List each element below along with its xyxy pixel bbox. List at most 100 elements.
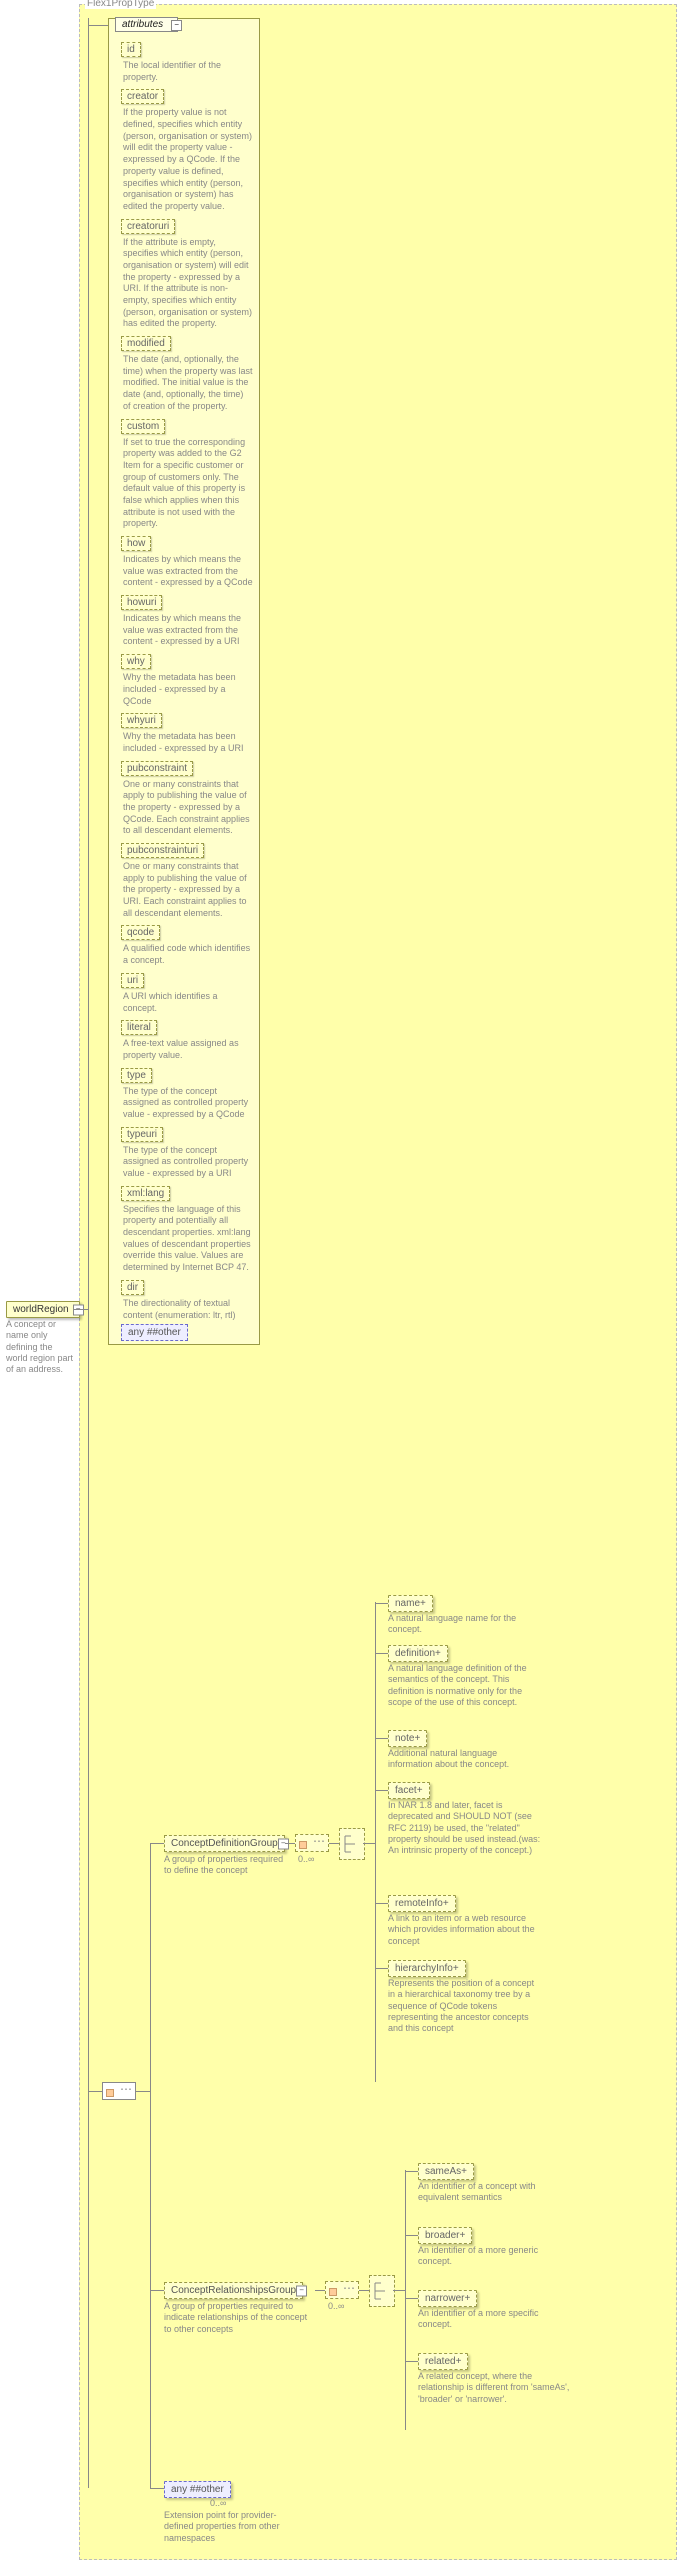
- element-definition: definition+: [388, 1645, 448, 1662]
- connector: [359, 2290, 369, 2291]
- group-label: ConceptRelationshipsGroup: [171, 2285, 296, 2296]
- attribute-id: id The local identifier of the property.: [121, 42, 253, 83]
- connector: [405, 2170, 406, 2430]
- attribute-desc: The type of the concept assigned as cont…: [123, 1086, 253, 1121]
- occurrence: 0..∞: [328, 2301, 344, 2311]
- attribute-pubconstraint: pubconstraint One or many constraints tha…: [121, 761, 253, 837]
- connector: [375, 1738, 388, 1739]
- connector: [405, 2235, 418, 2236]
- connector: [405, 2298, 418, 2299]
- sequence-compositor: [295, 1834, 329, 1852]
- element-label: hierarchyInfo: [395, 1963, 453, 1974]
- any-desc: Extension point for provider-defined pro…: [164, 2510, 304, 2544]
- connector: [74, 1309, 88, 1310]
- sequence-compositor: [325, 2281, 359, 2299]
- attribute-name: type: [121, 1068, 152, 1083]
- attribute-desc: One or many constraints that apply to pu…: [123, 779, 253, 837]
- attribute-desc: A qualified code which identifies a conc…: [123, 943, 253, 966]
- attribute-desc: A free-text value assigned as property v…: [123, 1038, 253, 1061]
- element-desc: A link to an item or a web resource whic…: [388, 1913, 543, 1947]
- attribute-whyuri: whyuri Why the metadata has been included…: [121, 713, 253, 754]
- any-label: any ##other: [171, 2484, 224, 2495]
- group-desc: A group of properties required to define…: [164, 1854, 284, 1877]
- attribute-name: whyuri: [121, 713, 162, 728]
- attribute-howuri: howuriIndicates by which means the value…: [121, 595, 253, 648]
- attribute-name: uri: [121, 973, 144, 988]
- element-desc: Represents the position of a concept in …: [388, 1978, 543, 2034]
- choice-compositor: [339, 1828, 365, 1860]
- attribute-creator: creatorIf the property value is not defi…: [121, 89, 253, 212]
- attribute-name: xml:lang: [121, 1186, 170, 1201]
- element-desc: A natural language name for the concept.: [388, 1613, 543, 1636]
- expand-icon[interactable]: +: [453, 1963, 459, 1974]
- attribute-custom: custom If set to true the corresponding p…: [121, 419, 253, 531]
- expand-icon[interactable]: +: [459, 2230, 465, 2241]
- element-worldregion: worldRegion −: [6, 1301, 80, 1318]
- attribute-desc: If set to true the corresponding propert…: [123, 437, 253, 531]
- any-attribute-label: any ##other: [121, 1324, 188, 1341]
- element-label: remoteInfo: [395, 1898, 443, 1909]
- attribute-desc: The directionality of textual content (e…: [123, 1298, 253, 1321]
- attribute-desc: The local identifier of the property.: [123, 60, 253, 83]
- expand-icon[interactable]: +: [417, 1785, 423, 1796]
- attribute-name: typeuri: [121, 1127, 163, 1142]
- attribute-type: type The type of the concept assigned as …: [121, 1068, 253, 1121]
- connector: [315, 2290, 325, 2291]
- attribute-name: dir: [121, 1280, 144, 1295]
- connector: [329, 1843, 339, 1844]
- sequence-compositor: [102, 2082, 136, 2100]
- attribute-desc: If the attribute is empty, specifies whi…: [123, 237, 253, 331]
- element-facet: facet+: [388, 1782, 430, 1799]
- element-desc: An identifier of a more specific concept…: [418, 2308, 573, 2331]
- attributes-header: attributes −: [115, 17, 178, 32]
- element-label: name: [395, 1598, 420, 1609]
- attribute-desc: Specifies the language of this property …: [123, 1204, 253, 1274]
- collapse-icon[interactable]: −: [296, 2285, 307, 2296]
- attribute-xml-lang: xml:lang Specifies the language of this p…: [121, 1186, 253, 1274]
- expand-icon[interactable]: +: [420, 1598, 426, 1609]
- attribute-name: custom: [121, 419, 165, 434]
- element-label: facet: [395, 1785, 417, 1796]
- connector: [375, 1790, 388, 1791]
- attribute-modified: modifiedThe date (and, optionally, the t…: [121, 336, 253, 412]
- element-related: related+: [418, 2353, 468, 2370]
- element-desc: A concept or name only defining the worl…: [6, 1319, 76, 1375]
- expand-icon[interactable]: +: [414, 1733, 420, 1744]
- group-concept-relationships: ConceptRelationshipsGroup −: [164, 2282, 303, 2299]
- expand-icon[interactable]: +: [464, 2293, 470, 2304]
- attribute-dir: dir The directionality of textual content…: [121, 1280, 253, 1321]
- attribute-literal: literalA free-text value assigned as pro…: [121, 1020, 253, 1061]
- attribute-qcode: qcodeA qualified code which identifies a…: [121, 925, 253, 966]
- connector: [363, 1843, 375, 1844]
- attribute-name: id: [121, 42, 141, 57]
- element-narrower: narrower+: [418, 2290, 477, 2307]
- connector: [375, 1968, 388, 1969]
- element-note: note+: [388, 1730, 427, 1747]
- attribute-creatoruri: creatoruriIf the attribute is empty, spe…: [121, 219, 253, 331]
- connector: [150, 1843, 164, 1844]
- diagram-canvas: Flex1PropType worldRegion − A concept or…: [0, 0, 688, 2567]
- attribute-name: why: [121, 654, 151, 669]
- attribute-name: creator: [121, 89, 164, 104]
- element-label: narrower: [425, 2293, 464, 2304]
- element-label: worldRegion: [13, 1304, 69, 1315]
- expand-icon[interactable]: +: [461, 2166, 467, 2177]
- element-desc: In NAR 1.8 and later, facet is deprecate…: [388, 1800, 543, 1856]
- connector: [405, 2361, 418, 2362]
- element-label: related: [425, 2356, 456, 2367]
- attribute-name: pubconstrainturi: [121, 843, 204, 858]
- element-label: sameAs: [425, 2166, 461, 2177]
- attribute-desc: Why the metadata has been included - exp…: [123, 731, 253, 754]
- expand-icon[interactable]: +: [443, 1898, 449, 1909]
- connector: [393, 2290, 405, 2291]
- expand-icon[interactable]: +: [435, 1648, 441, 1659]
- element-any-other: any ##other: [164, 2481, 231, 2498]
- attribute-name: pubconstraint: [121, 761, 193, 776]
- collapse-icon[interactable]: −: [171, 20, 182, 31]
- element-sameas: sameAs+: [418, 2163, 474, 2180]
- connector: [88, 25, 108, 26]
- element-desc: A related concept, where the relationshi…: [418, 2371, 573, 2405]
- expand-icon[interactable]: +: [456, 2356, 462, 2367]
- connector: [375, 1653, 388, 1654]
- attribute-typeuri: typeuriThe type of the concept assigned …: [121, 1127, 253, 1180]
